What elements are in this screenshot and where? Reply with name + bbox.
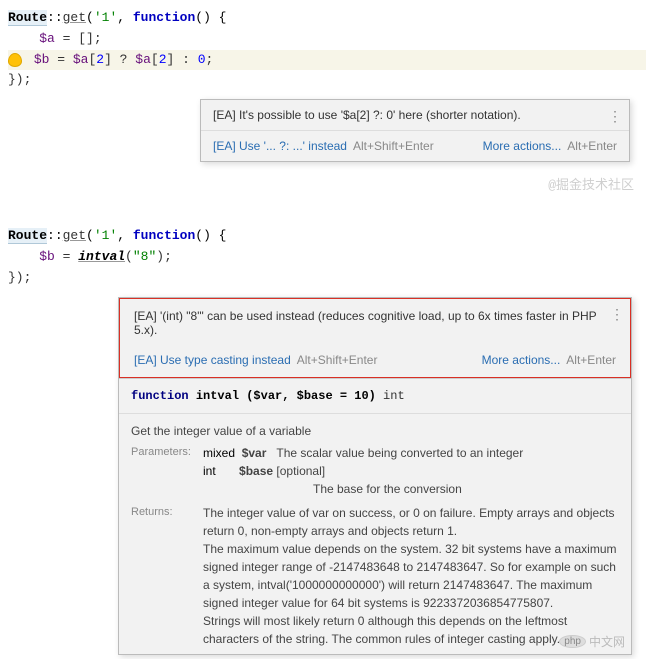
function-signature: function intval ($var, $base = 10) int (119, 379, 631, 414)
more-actions-link[interactable]: More actions... (483, 139, 562, 153)
code-line: $a = []; (8, 29, 646, 50)
doc-returns: Returns: The integer value of var on suc… (119, 504, 631, 654)
code-line: }); (8, 268, 646, 289)
code-line: $b = intval("8"); (8, 247, 646, 268)
method-get: get (63, 228, 86, 243)
doc-summary: Get the integer value of a variable (119, 414, 631, 444)
quickfix-link[interactable]: [EA] Use type casting instead (134, 353, 291, 367)
inspection-message: [EA] '(int) "8"' can be used instead (re… (134, 309, 616, 337)
code-block-2: Route::get('1', function() { $b = intval… (0, 222, 654, 292)
highlighted-line[interactable]: $b = $a[2] ? $a[2] : 0; (8, 50, 646, 71)
code-line: Route::get('1', function() { (8, 226, 646, 247)
shortcut-label: Alt+Shift+Enter (297, 353, 378, 367)
kebab-icon[interactable]: ⋮ (610, 306, 623, 323)
inspection-popup-1: ⋮ [EA] It's possible to use '$a[2] ?: 0'… (200, 99, 630, 162)
watermark-text: @掘金技术社区 (548, 174, 634, 193)
shortcut-label: Alt+Enter (567, 139, 617, 153)
code-line: Route::get('1', function() { (8, 8, 646, 29)
doc-parameters: Parameters: mixed $var The scalar value … (119, 444, 631, 504)
code-block-1: Route::get('1', function() { $a = []; $b… (0, 4, 654, 95)
inspection-message: [EA] It's possible to use '$a[2] ?: 0' h… (213, 108, 521, 122)
more-actions-link[interactable]: More actions... (482, 353, 561, 367)
class-route: Route (8, 10, 47, 26)
class-route: Route (8, 228, 47, 244)
quickfix-link[interactable]: [EA] Use '... ?: ...' instead (213, 139, 347, 153)
documentation-panel: function intval ($var, $base = 10) int G… (119, 378, 631, 654)
intval-call: intval (78, 249, 125, 264)
method-get: get (63, 10, 86, 25)
code-line: }); (8, 70, 646, 91)
kebab-icon[interactable]: ⋮ (608, 108, 621, 125)
inspection-popup-2: ⋮ [EA] '(int) "8"' can be used instead (… (118, 297, 632, 655)
shortcut-label: Alt+Shift+Enter (353, 139, 434, 153)
lightbulb-icon[interactable] (8, 53, 22, 67)
highlighted-quickfix: ⋮ [EA] '(int) "8"' can be used instead (… (119, 298, 631, 378)
shortcut-label: Alt+Enter (566, 353, 616, 367)
logo-watermark: php 中文网 (559, 633, 625, 650)
